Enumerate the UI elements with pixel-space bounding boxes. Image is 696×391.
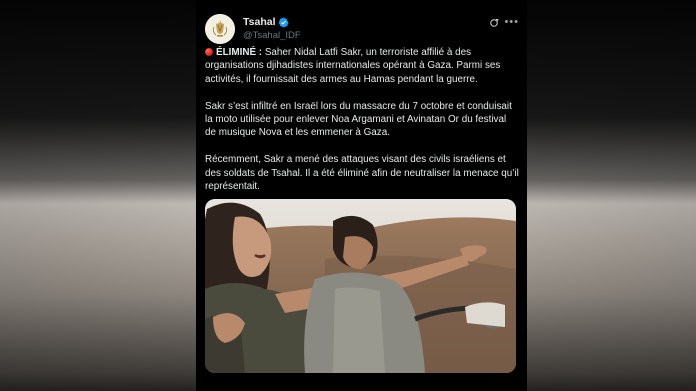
grok-icon[interactable] bbox=[489, 18, 499, 28]
post-video[interactable] bbox=[205, 199, 516, 373]
post-card: Tsahal @Tsahal_IDF ••• ÉLIMINÉ : Saher N… bbox=[196, 0, 527, 391]
verified-badge-icon bbox=[279, 17, 290, 27]
author-handle[interactable]: @Tsahal_IDF bbox=[243, 30, 301, 41]
post-text: ÉLIMINÉ : Saher Nidal Latfi Sakr, un ter… bbox=[205, 46, 519, 207]
author-block: Tsahal @Tsahal_IDF bbox=[243, 16, 301, 41]
red-circle-icon bbox=[205, 48, 213, 56]
author-name[interactable]: Tsahal bbox=[243, 16, 275, 28]
paragraph-2: Sakr s’est infiltré en Israël lors du ma… bbox=[205, 100, 512, 139]
paragraph-3: Récemment, Sakr a mené des attaques visa… bbox=[205, 154, 519, 193]
paragraph-1: ÉLIMINÉ : Saher Nidal Latfi Sakr, un ter… bbox=[205, 46, 519, 86]
post-header: Tsahal @Tsahal_IDF ••• bbox=[205, 14, 519, 46]
more-options-icon[interactable]: ••• bbox=[504, 16, 519, 28]
eliminated-label: ÉLIMINÉ : bbox=[216, 47, 263, 58]
avatar[interactable] bbox=[205, 14, 235, 44]
